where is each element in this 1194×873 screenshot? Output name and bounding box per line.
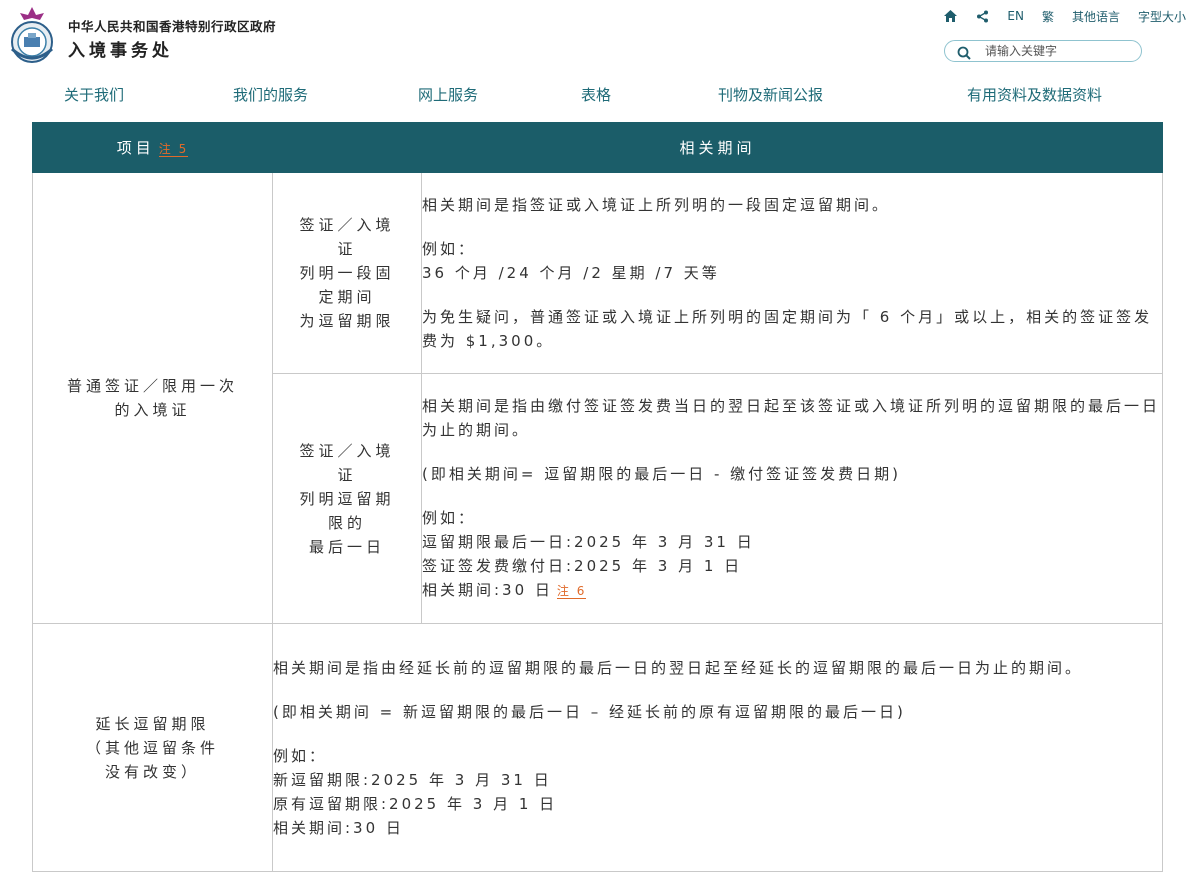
nav-about-us[interactable]: 关于我们 bbox=[64, 84, 124, 105]
subcategory-last-day: 签证／入境 证 列明逗留期 限的 最后一日 bbox=[272, 373, 422, 624]
other-languages-link[interactable]: 其他语言 bbox=[1072, 8, 1120, 25]
nav-forms[interactable]: 表格 bbox=[581, 84, 611, 105]
subcategory-fixed-period: 签证／入境 证 列明一段固 定期间 为逗留期限 bbox=[272, 172, 422, 374]
share-icon[interactable] bbox=[976, 10, 989, 23]
main-navigation: 关于我们 我们的服务 网上服务 表格 刊物及新闻公报 有用资料及数据资料 bbox=[0, 84, 1194, 108]
nav-useful-information[interactable]: 有用资料及数据资料 bbox=[967, 84, 1102, 105]
nav-online-services[interactable]: 网上服务 bbox=[418, 84, 478, 105]
lang-tc-link[interactable]: 繁 bbox=[1042, 8, 1054, 25]
search-input[interactable] bbox=[985, 43, 1135, 59]
home-icon[interactable] bbox=[943, 9, 958, 23]
header-item: 项目注 5 bbox=[32, 122, 273, 173]
header-item-label: 项目 bbox=[116, 139, 155, 157]
note-5-link[interactable]: 注 5 bbox=[158, 142, 189, 157]
search-icon[interactable] bbox=[957, 45, 971, 64]
search-box bbox=[944, 40, 1142, 62]
nav-publications-press[interactable]: 刊物及新闻公报 bbox=[718, 84, 823, 105]
nav-our-services[interactable]: 我们的服务 bbox=[233, 84, 308, 105]
table-header-row: 项目注 5 相关期间 bbox=[32, 122, 1164, 173]
lang-en-link[interactable]: EN bbox=[1007, 9, 1024, 23]
category-ordinary-visa: 普通签证／限用一次 的入境证 bbox=[32, 172, 273, 624]
font-size-link[interactable]: 字型大小 bbox=[1138, 8, 1186, 25]
immd-emblem-logo[interactable] bbox=[7, 5, 57, 65]
header-relevant-period: 相关期间 bbox=[271, 122, 1164, 173]
department-name[interactable]: 入境事务处 bbox=[68, 36, 173, 61]
description-fixed-period: 相关期间是指签证或入境证上所列明的一段固定逗留期间。 例如： 36 个月 /24… bbox=[420, 172, 1164, 374]
site-header: 中华人民共和国香港特别行政区政府 入境事务处 EN 繁 其他语言 字型大小 关于… bbox=[0, 0, 1194, 122]
government-name: 中华人民共和国香港特别行政区政府 bbox=[68, 19, 277, 34]
table-row: 延长逗留期限 （其他逗留条件 没有改变） 相关期间是指由经延长前的逗留期限的最后… bbox=[32, 623, 1164, 872]
category-extension-of-stay: 延长逗留期限 （其他逗留条件 没有改变） bbox=[32, 623, 273, 872]
relevant-period-table: 项目注 5 相关期间 普通签证／限用一次 的入境证 签证／入境 证 列明一段固 … bbox=[32, 122, 1164, 872]
table-row: 普通签证／限用一次 的入境证 签证／入境 证 列明一段固 定期间 为逗留期限 相… bbox=[32, 172, 1164, 624]
utility-bar: EN 繁 其他语言 字型大小 bbox=[925, 6, 1186, 26]
description-extension-of-stay: 相关期间是指由经延长前的逗留期限的最后一日的翌日起至经延长的逗留期限的最后一日为… bbox=[271, 623, 1164, 872]
description-last-day: 相关期间是指由缴付签证签发费当日的翌日起至该签证或入境证所列明的逗留期限的最后一… bbox=[420, 373, 1164, 624]
note-6-link[interactable]: 注 6 bbox=[556, 584, 587, 599]
